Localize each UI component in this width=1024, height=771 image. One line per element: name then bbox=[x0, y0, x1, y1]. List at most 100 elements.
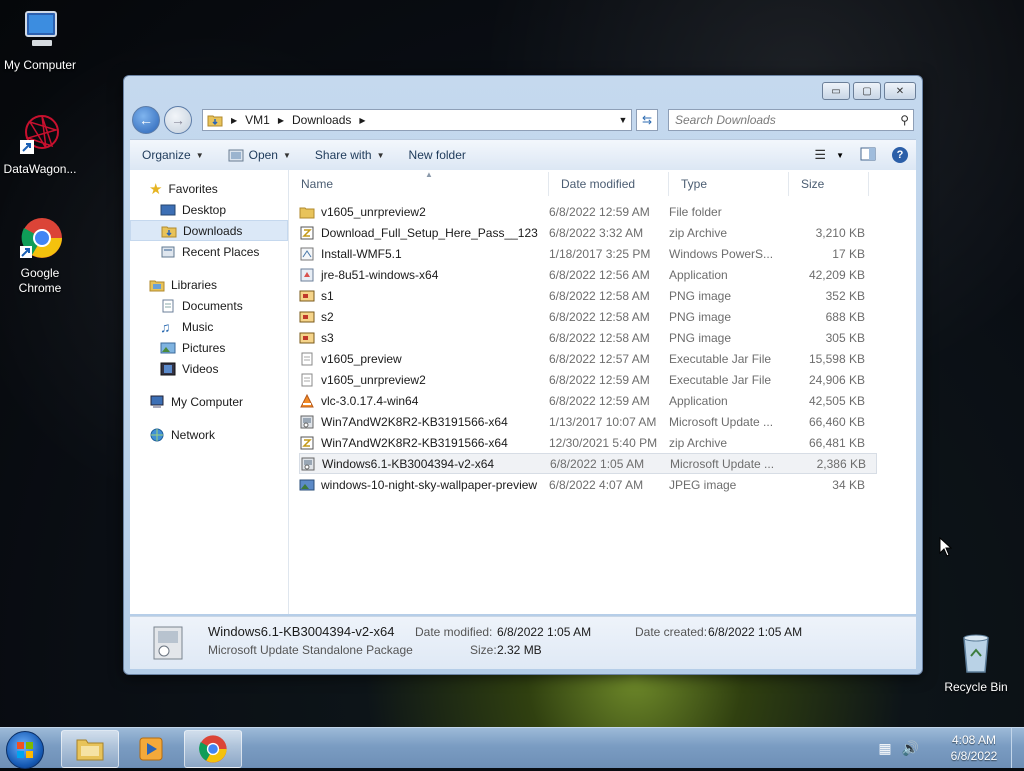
desktop-icon-google-chrome[interactable]: Google Chrome bbox=[0, 216, 80, 296]
view-options-button[interactable]: ☰ ▼ bbox=[814, 147, 844, 163]
file-name: Windows6.1-KB3004394-v2-x64 bbox=[322, 456, 495, 471]
share-with-button[interactable]: Share with ▼ bbox=[303, 140, 397, 170]
explorer-content: ★ Favorites Desktop Downloads Recent Pla… bbox=[130, 170, 916, 614]
folder-download-icon bbox=[161, 226, 177, 237]
file-size: 352 KB bbox=[825, 288, 865, 303]
file-row[interactable]: v1605_unrpreview2 6/8/2022 12:59 AM Execut… bbox=[299, 369, 875, 390]
taskbar-media-player-button[interactable] bbox=[122, 730, 180, 768]
column-size[interactable]: Size bbox=[789, 172, 869, 196]
address-bar[interactable]: ▶ VM1 ▶ Downloads ▶ ▼ bbox=[202, 109, 632, 131]
nav-libraries[interactable]: Libraries bbox=[130, 274, 288, 295]
organize-button[interactable]: Organize ▼ bbox=[130, 140, 216, 170]
taskbar-explorer-button[interactable] bbox=[61, 730, 119, 768]
desktop-icon-recycle-bin[interactable]: Recycle Bin bbox=[936, 630, 1016, 694]
datawagon-icon bbox=[20, 115, 59, 154]
taskbar-chrome-button[interactable] bbox=[184, 730, 242, 768]
file-row[interactable]: s2 6/8/2022 12:58 AM PNG image 688 KB bbox=[299, 306, 875, 327]
file-name: v1605_unrpreview2 bbox=[321, 372, 426, 387]
file-row[interactable]: s1 6/8/2022 12:58 AM PNG image 352 KB bbox=[299, 285, 875, 306]
nav-downloads[interactable]: Downloads bbox=[130, 220, 288, 241]
file-type: Executable Jar File bbox=[669, 372, 772, 387]
nav-desktop[interactable]: Desktop bbox=[130, 199, 288, 220]
sort-ascending-icon: ▲ bbox=[425, 170, 433, 179]
search-icon[interactable]: ⚲ bbox=[900, 113, 909, 127]
file-row[interactable]: Win7AndW2K8R2-KB3191566-x64 12/30/2021 5:… bbox=[299, 432, 875, 453]
breadcrumb-vm1[interactable]: VM1 bbox=[245, 113, 270, 127]
desktop-icon-my-computer[interactable]: My Computer bbox=[0, 8, 80, 72]
minimize-button[interactable]: ▭ bbox=[822, 82, 850, 100]
file-name-cell: Win7AndW2K8R2-KB3191566-x64 bbox=[299, 415, 549, 429]
nav-my-computer[interactable]: My Computer bbox=[130, 391, 288, 412]
desktop-icon bbox=[160, 204, 176, 215]
refresh-button[interactable]: ⇆ bbox=[636, 109, 658, 131]
breadcrumb-downloads[interactable]: Downloads bbox=[292, 113, 351, 127]
details-view-icon: ☰ bbox=[814, 147, 827, 162]
file-type: Application bbox=[669, 393, 728, 408]
file-row[interactable]: jre-8u51-windows-x64 6/8/2022 12:56 AM App… bbox=[299, 264, 875, 285]
file-date: 6/8/2022 12:58 AM bbox=[549, 330, 650, 345]
file-row[interactable]: Windows6.1-KB3004394-v2-x64 6/8/2022 1:05… bbox=[299, 453, 877, 474]
search-input[interactable]: Search Downloads ⚲ bbox=[668, 109, 914, 131]
file-size: 688 KB bbox=[825, 309, 865, 324]
file-row[interactable]: windows-10-night-sky-wallpaper-preview 6/… bbox=[299, 474, 875, 495]
file-type: File folder bbox=[669, 204, 722, 219]
nav-documents[interactable]: Documents bbox=[130, 295, 288, 316]
nav-videos[interactable]: Videos bbox=[130, 358, 288, 379]
column-name-label: Name bbox=[301, 177, 334, 191]
column-date-modified[interactable]: Date modified bbox=[549, 172, 669, 196]
desktop-icon-datawagon[interactable]: DataWagon... bbox=[0, 112, 80, 176]
nav-recent-places[interactable]: Recent Places bbox=[130, 241, 288, 262]
volume-icon[interactable]: 🔊 bbox=[902, 740, 919, 757]
network-icon bbox=[150, 428, 164, 441]
open-button[interactable]: Open ▼ bbox=[216, 140, 303, 170]
preview-pane-button[interactable] bbox=[860, 147, 876, 164]
file-name-cell: s1 bbox=[299, 289, 549, 303]
clock[interactable]: 4:08 AM 6/8/2022 bbox=[937, 732, 1011, 764]
network-status-icon[interactable]: ▦ bbox=[878, 740, 891, 757]
file-name: Win7AndW2K8R2-KB3191566-x64 bbox=[321, 414, 508, 429]
mouse-cursor-icon bbox=[939, 537, 953, 557]
maximize-button[interactable]: ▢ bbox=[853, 82, 881, 100]
file-size: 66,460 KB bbox=[808, 414, 865, 429]
nav-music[interactable]: ♫ Music bbox=[130, 316, 288, 337]
chrome-icon bbox=[199, 735, 227, 763]
new-folder-button[interactable]: New folder bbox=[397, 140, 478, 170]
details-created-label: Date created: bbox=[635, 625, 708, 639]
msu-package-icon bbox=[153, 626, 183, 660]
star-icon: ★ bbox=[149, 180, 163, 198]
start-button[interactable] bbox=[6, 731, 44, 769]
file-row[interactable]: Install-WMF5.1 1/18/2017 3:25 PM Windows P… bbox=[299, 243, 875, 264]
file-size: 2,386 KB bbox=[816, 456, 866, 471]
help-icon[interactable]: ? bbox=[892, 147, 908, 163]
column-name[interactable]: ▲ Name bbox=[289, 170, 549, 196]
file-row[interactable]: Download_Full_Setup_Here_Pass__123 6/8/20… bbox=[299, 222, 875, 243]
chevron-down-icon: ▼ bbox=[282, 150, 291, 160]
file-row[interactable]: s3 6/8/2022 12:58 AM PNG image 305 KB bbox=[299, 327, 875, 348]
file-row[interactable]: v1605_preview 6/8/2022 12:57 AM Executable… bbox=[299, 348, 875, 369]
file-name: v1605_unrpreview2 bbox=[321, 204, 426, 219]
system-tray: ▦ 🔊 4:08 AM 6/8/2022 bbox=[878, 728, 1024, 768]
nav-pictures[interactable]: Pictures bbox=[130, 337, 288, 358]
close-button[interactable]: ✕ bbox=[884, 82, 916, 100]
file-row[interactable]: vlc-3.0.17.4-win64 6/8/2022 12:59 AM Appli… bbox=[299, 390, 875, 411]
address-dropdown-icon[interactable]: ▼ bbox=[615, 115, 631, 125]
file-row[interactable]: v1605_unrpreview2 6/8/2022 12:59 AM File f… bbox=[299, 201, 875, 222]
nav-recent-label: Recent Places bbox=[182, 244, 260, 259]
music-icon: ♫ bbox=[160, 318, 171, 335]
column-type[interactable]: Type bbox=[669, 172, 789, 196]
file-name: s1 bbox=[321, 288, 334, 303]
file-name: s3 bbox=[321, 330, 334, 345]
file-row[interactable]: Win7AndW2K8R2-KB3191566-x64 1/13/2017 10:… bbox=[299, 411, 875, 432]
file-size: 24,906 KB bbox=[808, 372, 865, 387]
zip-icon bbox=[300, 226, 314, 239]
jpeg-icon bbox=[299, 479, 315, 490]
nav-network[interactable]: Network bbox=[130, 424, 288, 445]
show-desktop-button[interactable] bbox=[1011, 728, 1024, 768]
file-type: Executable Jar File bbox=[669, 351, 772, 366]
jar-icon bbox=[301, 373, 313, 386]
forward-button[interactable]: → bbox=[164, 106, 192, 134]
computer-icon bbox=[25, 11, 57, 46]
nav-music-label: Music bbox=[182, 319, 214, 334]
nav-favorites[interactable]: ★ Favorites bbox=[130, 178, 288, 199]
back-button[interactable]: ← bbox=[132, 106, 160, 134]
